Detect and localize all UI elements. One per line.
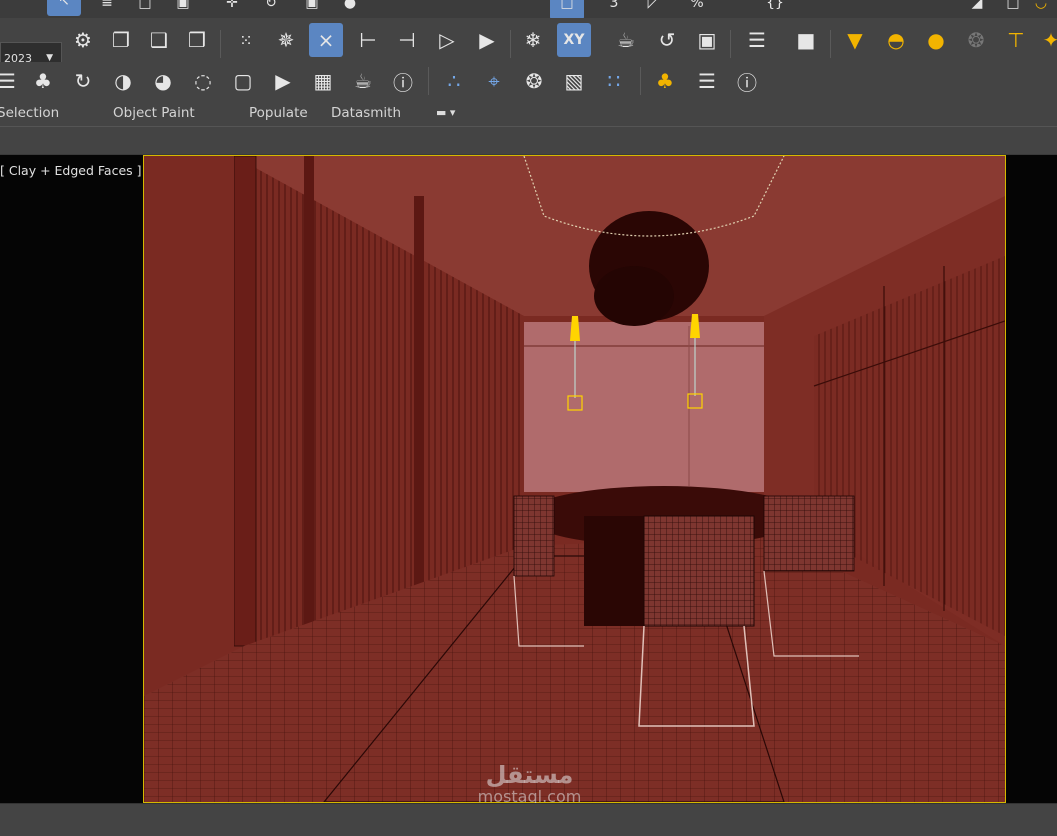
watermark: مستقل mostaql.com bbox=[462, 762, 597, 806]
layers-icon[interactable]: ☰ bbox=[0, 64, 24, 98]
select-object-icon[interactable]: ↖ bbox=[47, 0, 81, 16]
help-icon[interactable]: ⓘ bbox=[386, 64, 420, 98]
node-graph-icon[interactable]: ∴ bbox=[437, 64, 471, 98]
scale-icon[interactable]: ▣ bbox=[295, 0, 329, 20]
spinner-snap-icon[interactable]: % bbox=[680, 0, 714, 20]
list-view-icon[interactable]: ☰ bbox=[690, 64, 724, 98]
teapot-icon[interactable]: ☕ bbox=[609, 23, 643, 57]
graph-icon[interactable]: ∷ bbox=[597, 64, 631, 98]
bind-icon[interactable]: ⁙ bbox=[229, 23, 263, 57]
unlink-icon[interactable]: ❒ bbox=[180, 23, 214, 57]
link-icon[interactable]: ❑ bbox=[142, 23, 176, 57]
toolbar-separator bbox=[640, 67, 641, 95]
viewport-icon[interactable]: ▦ bbox=[306, 64, 340, 98]
toolbar-top-strip: ↖ ≡ □ ▣ ✛ ↻ ▣ ● □ 3 ◸ % {} ◢ □ ◡ bbox=[0, 0, 1057, 20]
cycle-icon[interactable]: ↻ bbox=[66, 64, 100, 98]
align-icon[interactable]: ◢ bbox=[960, 0, 994, 20]
ribbon-options-dropdown[interactable]: ▬ ▾ bbox=[436, 106, 455, 119]
status-bar bbox=[0, 803, 1057, 836]
rotate-view-icon[interactable]: ↺ bbox=[650, 23, 684, 57]
lamp-icon[interactable]: ⊤ bbox=[999, 23, 1033, 57]
xy-plane-icon[interactable]: XY bbox=[557, 23, 591, 57]
toolbar-separator bbox=[220, 30, 221, 58]
target-icon[interactable]: ⌖ bbox=[477, 64, 511, 98]
bulb-icon[interactable]: ✦ bbox=[1034, 23, 1057, 57]
forest-icon[interactable]: ♣ bbox=[648, 64, 682, 98]
back-wall bbox=[524, 322, 764, 492]
rotate-icon[interactable]: ↻ bbox=[254, 0, 288, 20]
move-icon[interactable]: ✛ bbox=[215, 0, 249, 20]
perspective-viewport-scene[interactable] bbox=[143, 155, 1006, 803]
axis-icon[interactable]: ⊢ bbox=[351, 23, 385, 57]
angle-snap-icon[interactable]: 3 bbox=[597, 0, 631, 20]
window-icon[interactable]: ▢ bbox=[226, 64, 260, 98]
snap-icon[interactable]: ⊣ bbox=[390, 23, 424, 57]
bulb-settings-icon[interactable]: ◌ bbox=[186, 64, 220, 98]
toolbar-separator bbox=[830, 30, 831, 58]
toolbar-separator bbox=[730, 30, 731, 58]
tab-datasmith[interactable]: Datasmith bbox=[331, 105, 401, 121]
snap-second-icon[interactable]: ▶ bbox=[470, 23, 504, 57]
shard-icon[interactable]: ❄ bbox=[516, 23, 550, 57]
watermark-arabic: مستقل bbox=[485, 761, 574, 789]
list-icon[interactable]: ☰ bbox=[740, 23, 774, 57]
ruler-icon[interactable]: ▧ bbox=[557, 64, 591, 98]
ribbon-tab-labels: Selection Object Paint Populate Datasmit… bbox=[0, 100, 1057, 127]
light-spot-icon[interactable]: ▼ bbox=[838, 23, 872, 57]
secondary-toolbar-row: ☰ ♣ ↻ ◑ ◕ ◌ ▢ ▶ ▦ ☕ ⓘ ∴ ⌖ ❂ ▧ ∷ ♣ ☰ ⓘ bbox=[0, 62, 1057, 100]
render-setup-icon[interactable]: ◡ bbox=[1024, 0, 1057, 20]
toolbar-separator bbox=[428, 67, 429, 95]
ribbon-panel-area bbox=[0, 127, 1057, 155]
teapot-render-icon[interactable]: ☕ bbox=[346, 64, 380, 98]
grid-snap-icon[interactable]: ⨯ bbox=[309, 23, 343, 57]
particles-icon[interactable]: ❂ bbox=[517, 64, 551, 98]
percent-snap-icon[interactable]: ◸ bbox=[636, 0, 670, 20]
tab-selection[interactable]: Selection bbox=[0, 105, 59, 121]
snap-alt-icon[interactable]: ▷ bbox=[430, 23, 464, 57]
help-circle-icon[interactable]: ⓘ bbox=[730, 64, 764, 98]
settings-icon[interactable]: ● bbox=[333, 0, 367, 20]
tab-populate[interactable]: Populate bbox=[249, 105, 308, 121]
nested-selection-icon[interactable]: ❐ bbox=[104, 23, 138, 57]
rectangular-region-icon[interactable]: □ bbox=[128, 0, 162, 20]
select-region-icon[interactable]: ✵ bbox=[269, 23, 303, 57]
material-icon[interactable]: ◑ bbox=[106, 64, 140, 98]
palette-icon[interactable]: ◕ bbox=[146, 64, 180, 98]
globe-icon[interactable]: ❂ bbox=[959, 23, 993, 57]
camera-icon[interactable]: ■ bbox=[789, 23, 823, 57]
dome-icon[interactable]: ◓ bbox=[879, 23, 913, 57]
mirror-icon[interactable]: {} bbox=[758, 0, 792, 20]
window-crossing-icon[interactable]: ▣ bbox=[166, 0, 200, 20]
select-by-name-icon[interactable]: ≡ bbox=[90, 0, 124, 20]
box-icon[interactable]: ▣ bbox=[690, 23, 724, 57]
viewport-shading-label[interactable]: [ Clay + Edged Faces ] bbox=[0, 163, 142, 178]
scene-explorer-icon[interactable]: ⚙ bbox=[66, 23, 100, 57]
main-toolbar-row: 2023 ▼ ⚙ ❐ ❑ ❒ ⁙ ✵ ⨯ ⊢ ⊣ ▷ ▶ ❄ XY ☕ ↺ ▣ … bbox=[0, 18, 1057, 74]
sphere-icon[interactable]: ● bbox=[919, 23, 953, 57]
play-icon[interactable]: ▶ bbox=[266, 64, 300, 98]
interior-render bbox=[144, 156, 1005, 802]
snaps-toggle-icon[interactable]: □ bbox=[550, 0, 584, 20]
tab-object-paint[interactable]: Object Paint bbox=[113, 105, 195, 121]
toolbar-separator bbox=[510, 30, 511, 58]
tree-icon[interactable]: ♣ bbox=[26, 64, 60, 98]
